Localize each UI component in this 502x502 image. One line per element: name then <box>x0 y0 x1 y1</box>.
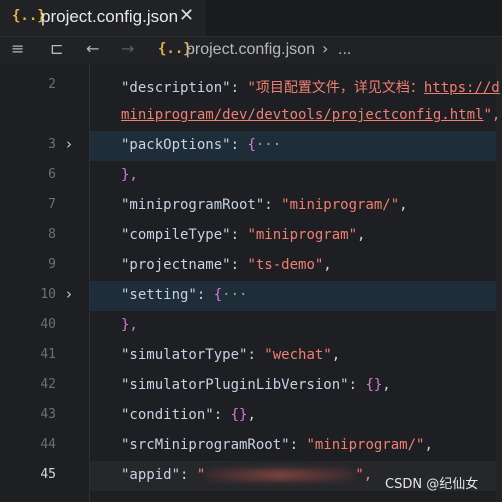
json-string: " <box>196 467 206 483</box>
json-key: "simulatorType" <box>121 347 248 363</box>
json-string: "wechat" <box>264 347 332 363</box>
code-line: 40 }, <box>0 311 502 341</box>
code-line: 7 "miniprogramRoot": "miniprogram/", <box>0 191 502 221</box>
code-line: 8 "compileType": "miniprogram", <box>0 221 502 251</box>
code-line: miniprogram/dev/devtools/projectconfig.h… <box>121 107 501 123</box>
code-editor[interactable]: 2 "description": "项目配置文件，详见文档：https://d … <box>0 63 502 502</box>
line-number: 9 <box>48 257 56 272</box>
code-line: 44 "srcMiniprogramRoot": "miniprogram/", <box>0 431 502 461</box>
json-key: "compileType" <box>121 227 231 243</box>
tab-project-config[interactable]: {..} project.config.json ✕ <box>0 0 206 36</box>
code-line: 10 › "setting": {··· <box>0 281 502 311</box>
line-number: 45 <box>40 467 56 482</box>
breadcrumb-file[interactable]: project.config.json <box>186 41 315 59</box>
line-number: 8 <box>48 227 56 242</box>
line-number: 40 <box>40 317 56 332</box>
json-string: "ts-demo" <box>247 257 324 273</box>
line-number: 10 <box>40 287 56 302</box>
code-line: 42 "simulatorPluginLibVersion": {}, <box>0 371 502 401</box>
tab-label: project.config.json <box>41 7 179 26</box>
url-link[interactable]: miniprogram/dev/devtools/projectconfig.h… <box>121 107 483 123</box>
bookmark-icon[interactable]: ⊏ <box>50 39 63 58</box>
json-string: "miniprogram/" <box>281 197 400 213</box>
json-key: "description" <box>121 80 231 96</box>
json-key: "appid" <box>121 467 181 483</box>
back-arrow-icon[interactable]: ← <box>86 39 99 58</box>
code-line: 2 "description": "项目配置文件，详见文档：https://d <box>0 71 502 101</box>
chevron-right-icon[interactable]: › <box>66 135 72 153</box>
list-icon[interactable]: ≡ <box>11 39 24 58</box>
code-line: 9 "projectname": "ts-demo", <box>0 251 502 281</box>
json-key: "setting" <box>121 287 197 303</box>
json-key: "projectname" <box>121 257 231 273</box>
editor-toolbar: ≡ ⊏ ← → {..} project.config.json › ... <box>0 36 502 64</box>
tab-bar: {..} project.config.json ✕ <box>0 0 502 36</box>
line-number: 44 <box>40 437 56 452</box>
redacted-value <box>205 469 356 481</box>
line-number: 2 <box>48 77 56 92</box>
breadcrumb-more[interactable]: ... <box>338 41 351 59</box>
watermark: CSDN @纪仙女 <box>385 477 479 492</box>
code-line: 6 }, <box>0 161 502 191</box>
chevron-right-icon: › <box>322 39 329 58</box>
chevron-right-icon[interactable]: › <box>66 285 72 303</box>
code-line: 3 › "packOptions": {··· <box>0 131 502 161</box>
close-icon[interactable]: ✕ <box>179 5 194 26</box>
json-string: "miniprogram/" <box>306 437 425 453</box>
json-key: "packOptions" <box>121 137 231 153</box>
line-number: 42 <box>40 377 56 392</box>
forward-arrow-icon[interactable]: → <box>121 39 134 58</box>
json-key: "srcMiniprogramRoot" <box>121 437 290 453</box>
code-line: 41 "simulatorType": "wechat", <box>0 341 502 371</box>
json-string: "miniprogram" <box>247 227 358 243</box>
line-number: 6 <box>48 167 56 182</box>
folded-ellipsis[interactable]: ··· <box>256 137 281 153</box>
line-number: 41 <box>40 347 56 362</box>
line-number: 3 <box>48 137 56 152</box>
json-key: "condition" <box>121 407 214 423</box>
line-number: 7 <box>48 197 56 212</box>
folded-ellipsis[interactable]: ··· <box>222 287 247 303</box>
json-key: "simulatorPluginLibVersion" <box>121 377 349 393</box>
json-key: "miniprogramRoot" <box>121 197 265 213</box>
line-number: 43 <box>40 407 56 422</box>
url-link[interactable]: https://d <box>424 80 500 96</box>
json-string: "项目配置文件，详见文档： <box>247 80 424 96</box>
code-line: 43 "condition": {}, <box>0 401 502 431</box>
